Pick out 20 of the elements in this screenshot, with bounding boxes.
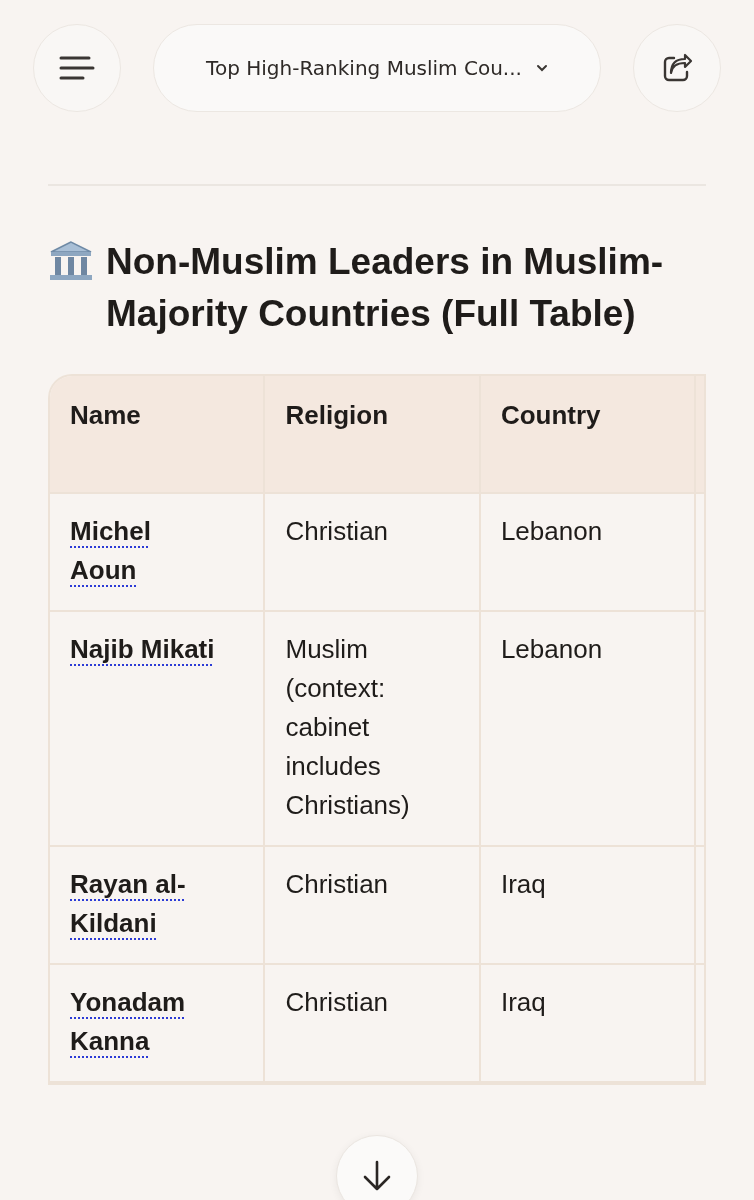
column-header: Country	[479, 376, 695, 493]
table-cell: Iraq	[479, 846, 695, 964]
table-cell: Iraq	[479, 964, 695, 1082]
table-cell: Lebanon	[479, 493, 695, 611]
table-cell: Christian	[264, 964, 480, 1082]
classical-building-icon	[48, 240, 94, 282]
arrow-down-icon	[362, 1160, 392, 1192]
table-cell: Christian	[264, 493, 480, 611]
column-header: Name	[50, 376, 265, 493]
menu-icon	[59, 55, 95, 81]
scroll-down-button[interactable]	[336, 1135, 418, 1200]
table-cell: Muslim (context: cabinet includes Christians)	[264, 611, 480, 846]
section-heading: Non-Muslim Leaders in Muslim-Majority Countries (Full Table)	[106, 240, 665, 336]
chevron-down-icon	[535, 64, 548, 72]
column-header: Religion	[264, 376, 480, 493]
name-link[interactable]: Najib Mikati	[70, 630, 215, 669]
table-cell: Lebanon	[479, 611, 695, 846]
chat-title-dropdown[interactable]: Top High-Ranking Muslim Cou...	[153, 24, 601, 112]
share-icon	[661, 52, 693, 84]
table-cell: Christian	[264, 846, 480, 964]
